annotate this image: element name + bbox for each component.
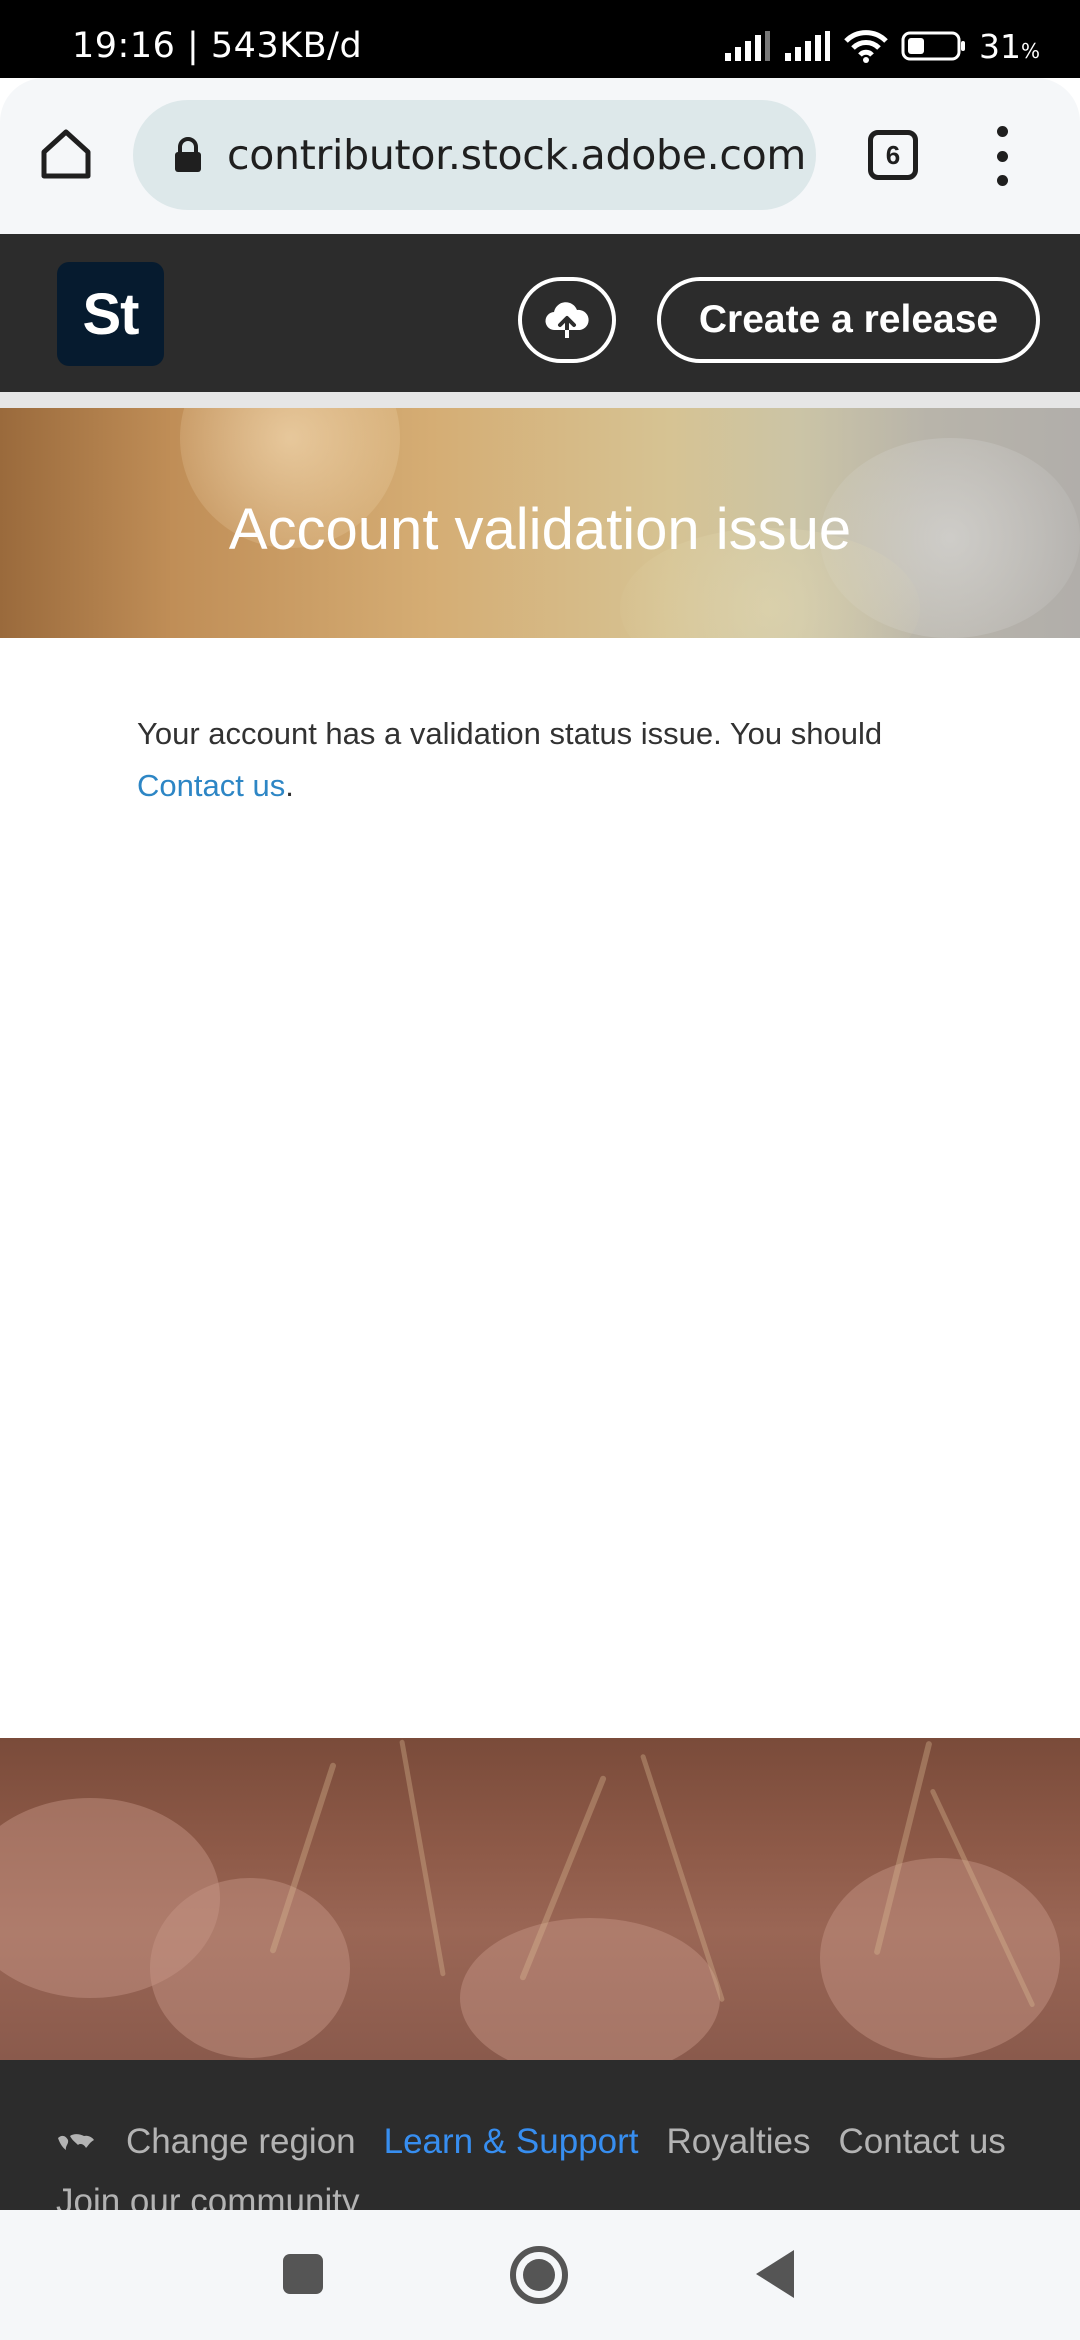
globe-icon[interactable]: [56, 2128, 96, 2156]
system-navigation-bar: [0, 2210, 1080, 2340]
lock-icon: [171, 135, 205, 175]
header-divider: [0, 392, 1080, 408]
battery-icon: [901, 31, 965, 61]
site-footer: Change region Learn & Support Royalties …: [0, 2060, 1080, 2210]
footer-bokeh: [460, 1918, 720, 2060]
signal-icon: [724, 31, 770, 61]
home-circle-icon[interactable]: [510, 2246, 568, 2304]
footer-contact-us-link[interactable]: Contact us: [838, 2122, 1005, 2162]
join-community-link[interactable]: Join our community: [56, 2182, 359, 2210]
upload-button[interactable]: [518, 277, 616, 363]
learn-support-link[interactable]: Learn & Support: [384, 2122, 639, 2162]
create-release-button[interactable]: Create a release: [657, 277, 1040, 363]
signal-icon: [784, 31, 830, 61]
recent-apps-icon[interactable]: [283, 2254, 323, 2294]
footer-background-image: [0, 1738, 1080, 2060]
status-icons: 31%: [723, 24, 1040, 68]
address-bar[interactable]: contributor.stock.adobe.com: [133, 100, 816, 210]
footer-nav: Change region Learn & Support Royalties …: [56, 2122, 1034, 2162]
change-region-link[interactable]: Change region: [126, 2122, 356, 2162]
url-text: contributor.stock.adobe.com: [227, 131, 807, 179]
site-header: St Create a release: [0, 234, 1080, 392]
message-text: Your account has a validation status iss…: [137, 716, 883, 751]
battery-percent: 31%: [978, 26, 1040, 66]
status-time: 19:16 | 543KB/d: [72, 26, 363, 66]
browser-toolbar: contributor.stock.adobe.com 6: [0, 78, 1080, 234]
cloud-upload-icon: [545, 302, 589, 338]
message-period: .: [285, 768, 294, 803]
footer-bokeh: [820, 1858, 1060, 2058]
more-dot-icon: [996, 150, 1008, 162]
wifi-icon: [844, 30, 888, 63]
footer-bokeh: [150, 1878, 350, 2058]
royalties-link[interactable]: Royalties: [667, 2122, 811, 2162]
validation-message: Your account has a validation status iss…: [137, 708, 967, 812]
more-dot-icon: [996, 126, 1008, 137]
home-icon: [41, 129, 91, 179]
more-dot-icon: [996, 175, 1008, 186]
home-button[interactable]: [30, 118, 102, 190]
hero-banner: Account validation issue: [0, 408, 1080, 638]
status-bar: 19:16 | 543KB/d 31%: [0, 0, 1080, 78]
back-triangle-icon[interactable]: [756, 2250, 794, 2298]
contact-us-link[interactable]: Contact us: [137, 768, 285, 803]
browser-menu-button[interactable]: [980, 120, 1024, 192]
page-title: Account validation issue: [228, 496, 852, 562]
stock-logo[interactable]: St: [57, 262, 164, 366]
tab-switcher-button[interactable]: 6: [868, 130, 918, 180]
grass-streak: [399, 1739, 446, 1977]
